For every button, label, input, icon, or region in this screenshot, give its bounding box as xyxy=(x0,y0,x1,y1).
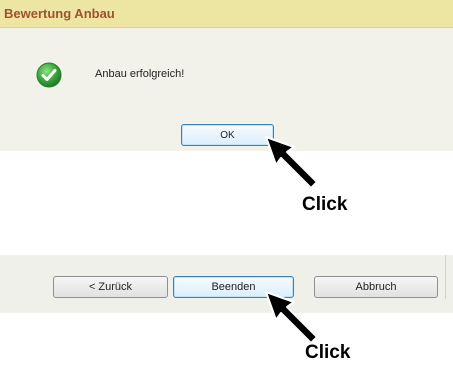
back-button[interactable]: < Zurück xyxy=(53,276,168,298)
success-dialog: Bewertung Anbau Anbau erfolgreich! OK xyxy=(0,0,453,151)
click-annotation: Click xyxy=(305,342,351,363)
ok-button[interactable]: OK xyxy=(181,124,274,146)
dialog-titlebar[interactable]: Bewertung Anbau xyxy=(0,0,453,28)
cancel-button[interactable]: Abbruch xyxy=(314,276,438,298)
click-annotation: Click xyxy=(302,194,348,215)
mouse-cursor-icon xyxy=(265,136,318,189)
mouse-cursor-icon xyxy=(265,291,318,344)
footer-divider xyxy=(445,255,446,299)
dialog-title: Bewertung Anbau xyxy=(4,6,115,21)
dialog-message: Anbau erfolgreich! xyxy=(95,68,185,80)
check-circle-icon xyxy=(36,62,62,88)
